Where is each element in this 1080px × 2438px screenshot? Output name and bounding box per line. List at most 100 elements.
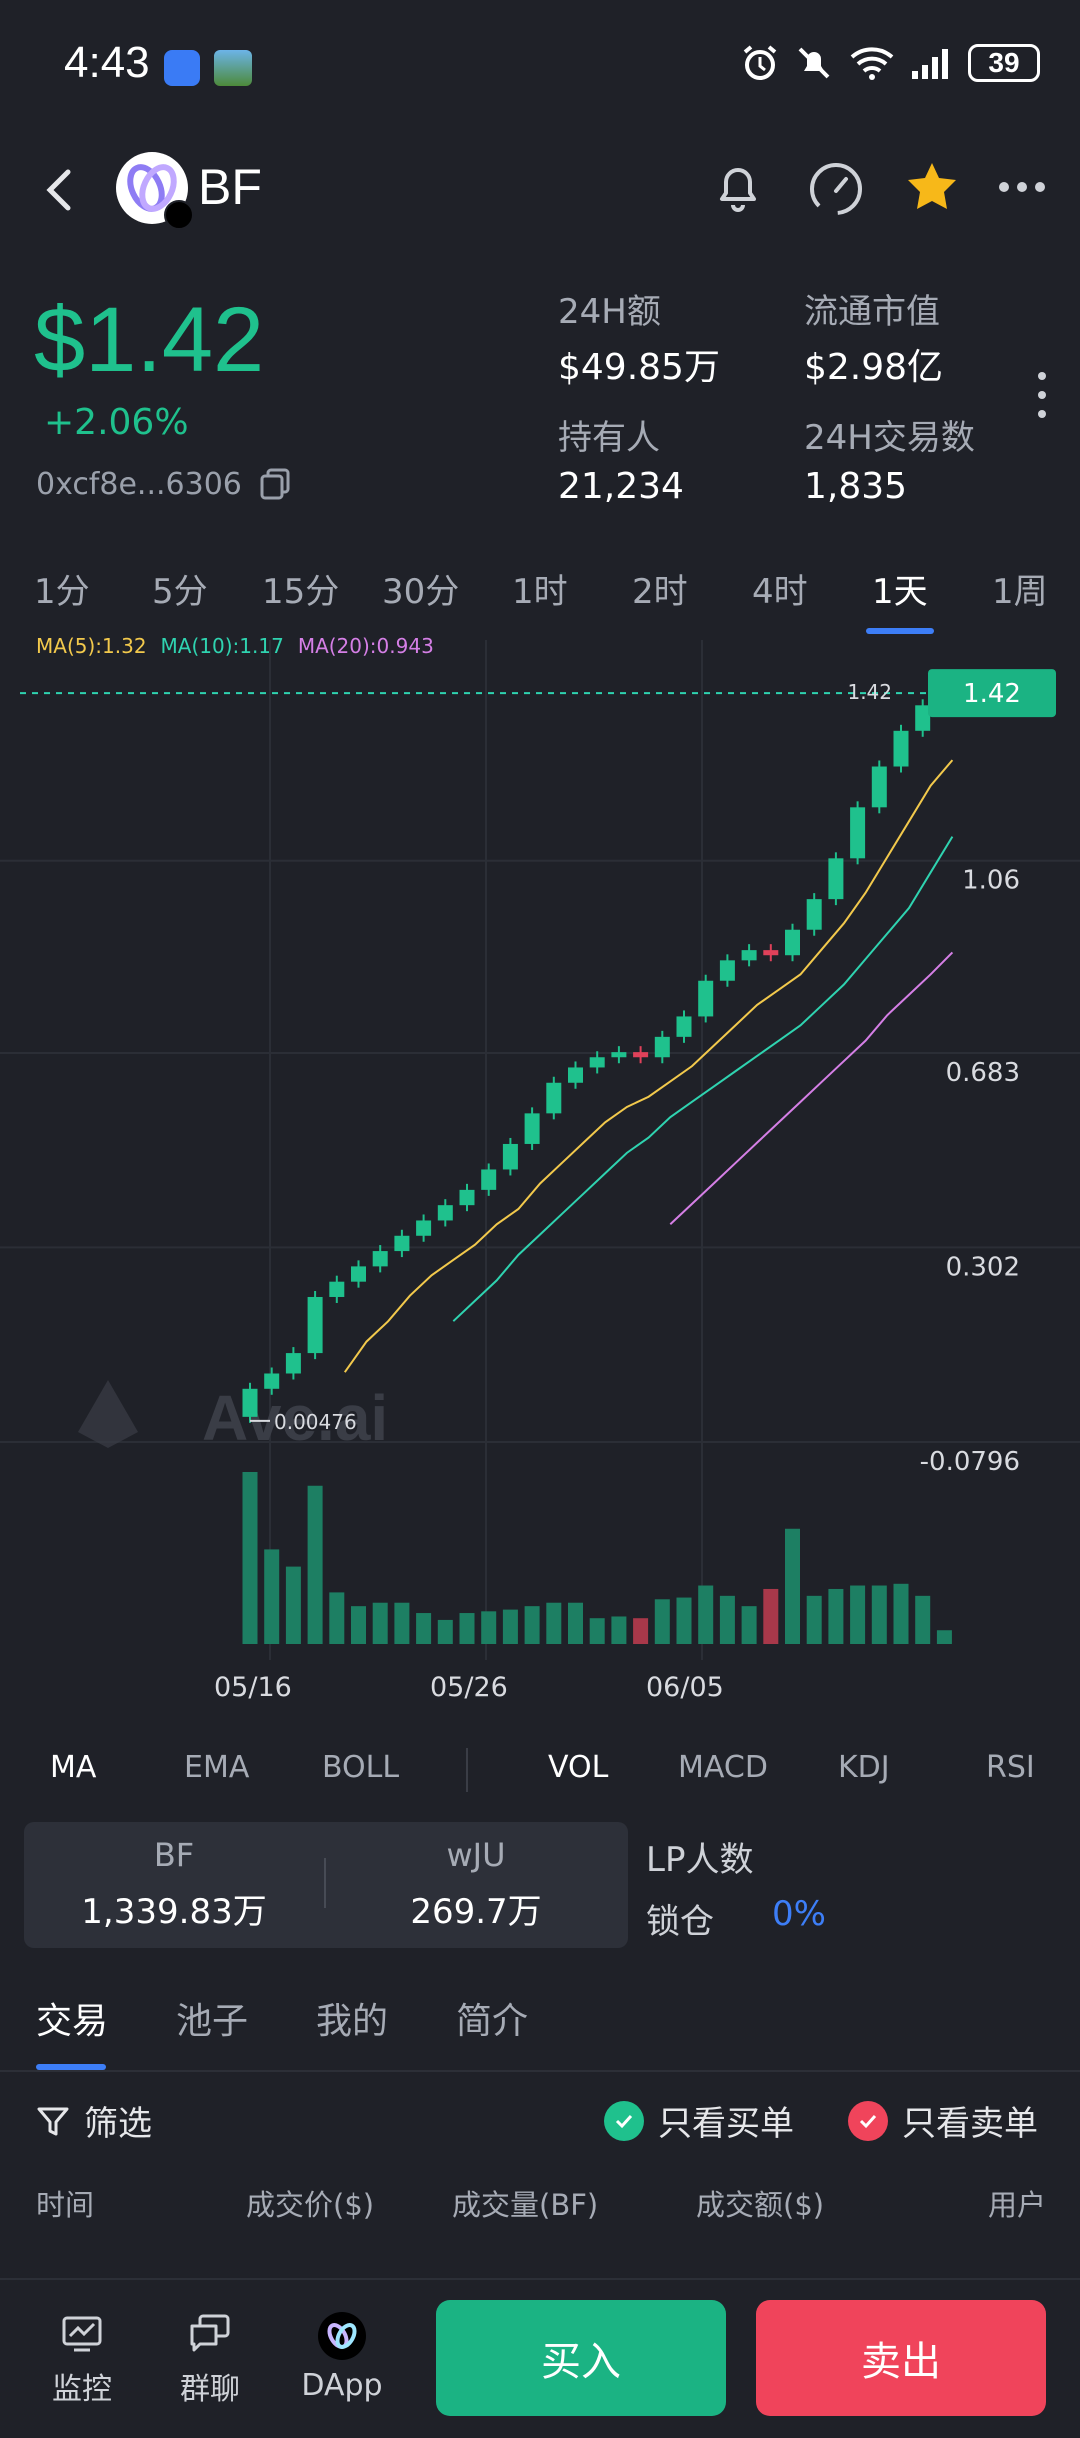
column-header-amount[interactable]: 成交量(BF) xyxy=(452,2182,598,2224)
pool-token-a-amount: 1,339.83万 xyxy=(81,1892,267,1932)
candle-body xyxy=(915,705,931,731)
tab-indicator-macd[interactable]: MACD xyxy=(678,1750,768,1785)
stat-label-txcount: 24H交易数 xyxy=(804,418,975,458)
candle-body xyxy=(568,1067,583,1083)
candle-body xyxy=(307,1296,323,1354)
tab-trades[interactable]: 交易 xyxy=(36,1992,108,2044)
candle-body xyxy=(611,1052,627,1058)
stat-label-volume: 24H额 xyxy=(558,292,661,332)
column-header-user[interactable]: 用户 xyxy=(988,2182,1046,2224)
tab-timeframe-15m[interactable]: 15分 xyxy=(262,564,339,613)
x-axis-label: 05/16 xyxy=(214,1672,292,1703)
favorite-star-icon[interactable] xyxy=(900,155,964,219)
contract-address-row: 0xcf8e...6306 xyxy=(36,466,294,502)
vertical-more-icon[interactable] xyxy=(1032,370,1052,420)
volume-bar xyxy=(676,1597,692,1644)
tab-indicator-vol[interactable]: VOL xyxy=(548,1750,608,1785)
buy-button[interactable]: 买入 xyxy=(436,2300,726,2416)
dapp-icon xyxy=(318,2312,366,2360)
candle-body xyxy=(633,1052,649,1058)
status-bar: 4:43 39 xyxy=(0,0,1080,130)
tab-timeframe-1m[interactable]: 1分 xyxy=(34,564,90,613)
sell-button[interactable]: 卖出 xyxy=(756,2300,1046,2416)
volume-bar xyxy=(285,1566,301,1644)
status-time: 4:43 xyxy=(64,38,150,87)
current-price-tag-label: 1.42 xyxy=(963,679,1021,709)
candle-body xyxy=(589,1057,605,1068)
price-chart[interactable]: Ave.ai 1.060.6830.302-0.07961.421.420.00… xyxy=(0,640,1080,1660)
tab-intro[interactable]: 简介 xyxy=(456,1992,528,2044)
candle-body xyxy=(351,1266,366,1282)
nav-dapp[interactable]: DApp xyxy=(292,2310,392,2403)
volume-bar xyxy=(785,1528,800,1644)
volume-bar xyxy=(481,1611,497,1644)
tab-timeframe-5m[interactable]: 5分 xyxy=(152,564,208,613)
candle-body xyxy=(372,1251,388,1267)
nav-chat[interactable]: 群聊 xyxy=(160,2310,260,2408)
volume-bar xyxy=(763,1588,779,1644)
wifi-icon xyxy=(850,47,894,80)
pool-token-b-amount: 269.7万 xyxy=(410,1892,542,1932)
candle-body xyxy=(416,1220,432,1236)
nav-monitor-label: 监控 xyxy=(52,2372,112,2407)
filter-button[interactable]: 筛选 xyxy=(36,2096,152,2145)
candle-body xyxy=(524,1113,540,1144)
nav-chat-label: 群聊 xyxy=(180,2372,240,2407)
stat-value-volume: $49.85万 xyxy=(558,347,720,388)
buy-check-icon xyxy=(604,2100,644,2141)
candle-body xyxy=(850,807,866,859)
stat-label-holders: 持有人 xyxy=(558,418,660,458)
column-header-value[interactable]: 成交额($) xyxy=(696,2182,824,2224)
sell-only-toggle[interactable]: 只看卖单 xyxy=(848,2096,1038,2145)
contract-address: 0xcf8e...6306 xyxy=(36,466,242,502)
volume-bar xyxy=(394,1602,410,1644)
buy-only-toggle[interactable]: 只看买单 xyxy=(604,2096,794,2145)
volume-bar xyxy=(242,1472,258,1644)
back-arrow-icon[interactable] xyxy=(36,160,80,220)
bell-icon[interactable] xyxy=(706,155,770,219)
volume-bar xyxy=(307,1485,323,1644)
tab-indicator-rsi[interactable]: RSI xyxy=(986,1750,1035,1785)
alarm-icon xyxy=(743,45,777,80)
volume-bar xyxy=(698,1585,714,1644)
volume-bar xyxy=(633,1618,649,1644)
tab-indicator-ma[interactable]: MA xyxy=(50,1750,96,1785)
candle-body xyxy=(763,950,779,956)
candle-body xyxy=(459,1189,475,1206)
column-header-price[interactable]: 成交价($) xyxy=(246,2182,374,2224)
column-header-time[interactable]: 时间 xyxy=(36,2182,94,2224)
tab-timeframe-1d[interactable]: 1天 xyxy=(872,564,928,613)
volume-bar xyxy=(850,1585,866,1644)
tab-mine[interactable]: 我的 xyxy=(316,1992,388,2044)
tab-indicator-ema[interactable]: EMA xyxy=(184,1750,249,1785)
chain-badge-icon xyxy=(164,200,194,230)
tab-timeframe-1w[interactable]: 1周 xyxy=(992,564,1048,613)
tab-pools[interactable]: 池子 xyxy=(176,1992,248,2044)
volume-bar xyxy=(459,1613,475,1644)
nav-monitor[interactable]: 监控 xyxy=(32,2310,132,2408)
volume-bar xyxy=(871,1585,887,1644)
battery-indicator: 39 xyxy=(968,44,1040,82)
tab-indicator-kdj[interactable]: KDJ xyxy=(838,1750,890,1785)
copy-icon[interactable] xyxy=(258,466,294,502)
volume-bar xyxy=(654,1599,670,1644)
x-axis-label: 06/05 xyxy=(646,1672,724,1703)
gauge-icon[interactable] xyxy=(804,155,868,219)
candle-body xyxy=(285,1353,301,1374)
tab-timeframe-30m[interactable]: 30分 xyxy=(382,564,459,613)
tab-timeframe-4h[interactable]: 4时 xyxy=(752,564,808,613)
volume-bar xyxy=(264,1549,280,1644)
tab-timeframe-2h[interactable]: 2时 xyxy=(632,564,688,613)
tab-timeframe-1h[interactable]: 1时 xyxy=(512,564,568,613)
pool-reserves-card: BF 1,339.83万 wJU 269.7万 xyxy=(24,1822,628,1948)
more-options-icon[interactable] xyxy=(990,155,1054,219)
volume-bar xyxy=(329,1592,345,1644)
volume-bar xyxy=(589,1618,605,1644)
stat-value-txcount: 1,835 xyxy=(804,466,908,507)
nav-dapp-label: DApp xyxy=(301,2368,383,2403)
candle-body xyxy=(242,1388,258,1417)
candle-body xyxy=(654,1036,670,1058)
tab-indicator-boll[interactable]: BOLL xyxy=(322,1750,399,1785)
pool-token-b: wJU 269.7万 xyxy=(326,1836,626,1933)
candle-body xyxy=(502,1143,518,1170)
